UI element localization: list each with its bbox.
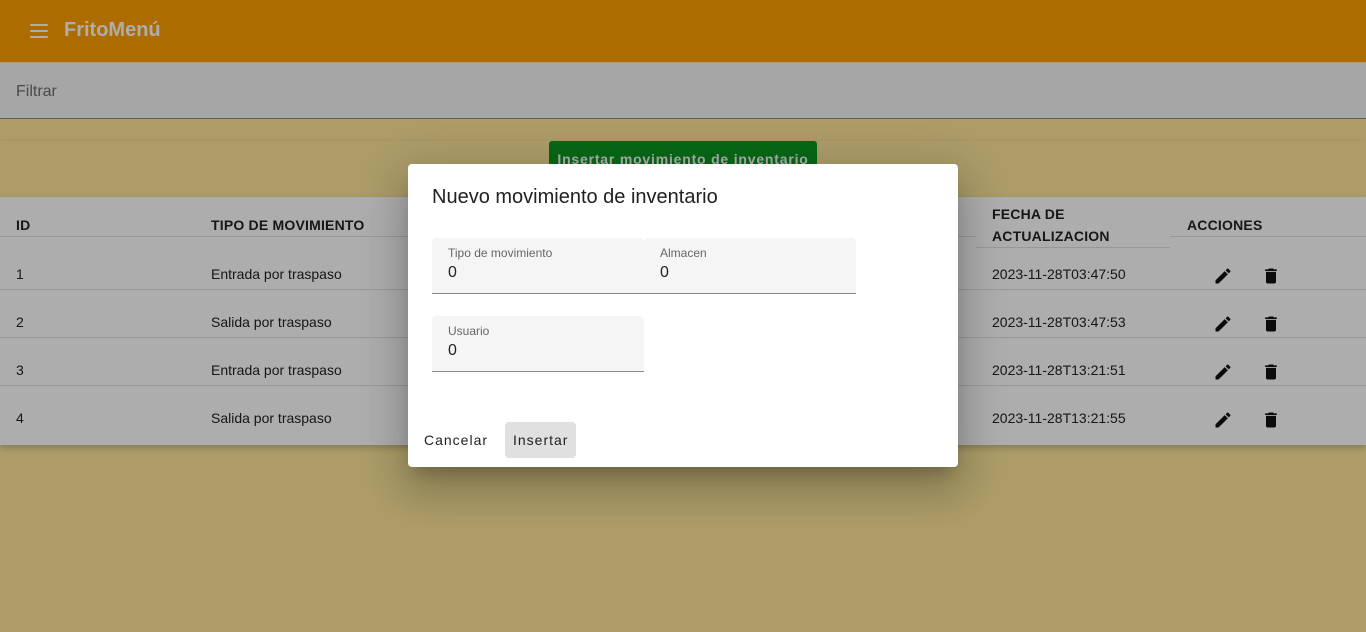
almacen-label: Almacen	[660, 246, 707, 260]
cancel-button[interactable]: Cancelar	[416, 422, 496, 458]
tipo-movimiento-input[interactable]	[448, 264, 628, 282]
tipo-movimiento-label: Tipo de movimiento	[448, 246, 553, 260]
dialog-title: Nuevo movimiento de inventario	[432, 186, 718, 208]
tipo-movimiento-field[interactable]: Tipo de movimiento	[432, 238, 644, 294]
almacen-input[interactable]	[660, 264, 840, 282]
new-movement-dialog: Nuevo movimiento de inventario Tipo de m…	[408, 164, 958, 467]
usuario-label: Usuario	[448, 324, 490, 338]
insert-button[interactable]: Insertar	[505, 422, 577, 458]
usuario-input[interactable]	[448, 342, 628, 360]
usuario-field[interactable]: Usuario	[432, 316, 644, 372]
almacen-field[interactable]: Almacen	[644, 238, 856, 294]
